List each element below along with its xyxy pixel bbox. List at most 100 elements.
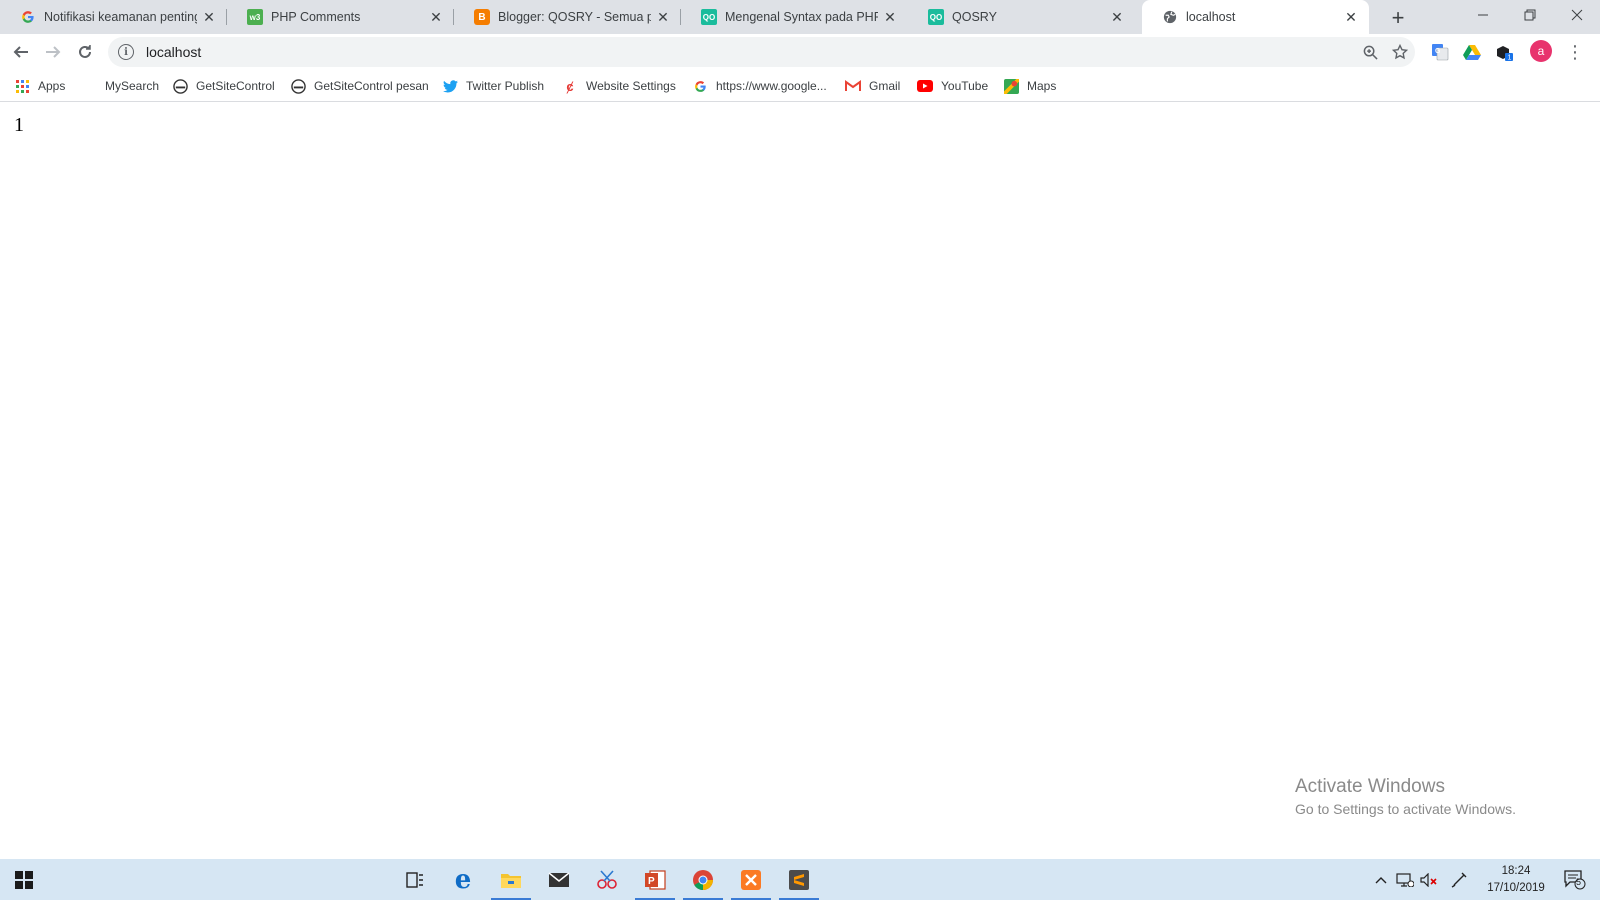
tab-title: Blogger: QOSRY - Semua posting <box>498 10 651 24</box>
start-button[interactable] <box>0 859 48 900</box>
bookmarks-bar: Apps MySearch GetSiteControl GetSiteCont… <box>0 70 1600 102</box>
globe-icon <box>1162 9 1178 25</box>
close-icon[interactable]: ✕ <box>424 5 448 29</box>
bookmark-label: Twitter Publish <box>466 79 545 93</box>
windows-logo-icon <box>15 870 33 889</box>
twitter-icon <box>442 78 458 94</box>
action-center-button[interactable]: 5 <box>1558 859 1592 900</box>
close-icon[interactable]: ✕ <box>1105 5 1129 29</box>
close-icon[interactable]: ✕ <box>1339 5 1363 29</box>
address-bar[interactable]: i localhost <box>108 37 1415 67</box>
tab-mengenal-syntax[interactable]: QO Mengenal Syntax pada PHP - Q ✕ <box>681 0 908 34</box>
bookmark-label: GetSiteControl <box>196 79 275 93</box>
maps-icon <box>1003 78 1019 94</box>
bookmark-label: Website Settings <box>586 79 676 93</box>
w3schools-icon: w3 <box>247 9 263 25</box>
bookmark-gmail[interactable]: Gmail <box>845 74 900 98</box>
blogger-icon: B <box>474 9 490 25</box>
zoom-icon[interactable] <box>1355 37 1385 67</box>
page-output-text: 1 <box>14 114 24 136</box>
google-drive-icon[interactable] <box>1461 41 1483 63</box>
close-icon[interactable]: ✕ <box>878 5 902 29</box>
google-icon <box>692 78 708 94</box>
taskbar-clock[interactable]: 18:24 17/10/2019 <box>1476 863 1556 897</box>
bookmark-getsitecontrol-pesan[interactable]: GetSiteControl pesan <box>290 74 429 98</box>
extension-icon[interactable]: 1 <box>1493 41 1515 63</box>
tab-php-comments[interactable]: w3 PHP Comments ✕ <box>227 0 454 34</box>
bookmark-label: Maps <box>1027 79 1057 93</box>
watermark-title: Activate Windows <box>1295 776 1445 797</box>
bookmark-maps[interactable]: Maps <box>1003 74 1056 98</box>
tab-strip: Notifikasi keamanan penting ✕ w3 PHP Com… <box>0 0 1600 34</box>
info-icon[interactable]: i <box>118 44 134 60</box>
minimize-button[interactable] <box>1460 0 1506 30</box>
getsitecontrol-icon <box>172 78 188 94</box>
tab-notifikasi[interactable]: Notifikasi keamanan penting ✕ <box>0 0 227 34</box>
bookmark-getsitecontrol[interactable]: GetSiteControl <box>172 74 275 98</box>
show-hidden-icons-icon[interactable] <box>1370 859 1392 900</box>
svg-text:G: G <box>1435 48 1441 55</box>
notification-count: 5 <box>1576 877 1582 887</box>
menu-kebab-icon[interactable]: ⋮ <box>1564 41 1586 63</box>
address-url[interactable]: localhost <box>146 44 1355 60</box>
mail-icon[interactable] <box>535 859 583 900</box>
chrome-icon[interactable] <box>679 859 727 900</box>
bookmark-apps[interactable]: Apps <box>14 74 65 98</box>
bookmark-label: Apps <box>38 79 66 93</box>
page-content: 1 Activate Windows Go to Settings to act… <box>0 102 1600 859</box>
bookmark-website-settings[interactable]: ȼ Website Settings <box>562 74 676 98</box>
tab-localhost[interactable]: localhost ✕ <box>1142 0 1369 34</box>
restore-button[interactable] <box>1507 0 1553 30</box>
close-window-button[interactable] <box>1554 0 1600 30</box>
svg-text:1: 1 <box>1508 55 1512 62</box>
network-icon[interactable] <box>1394 859 1416 900</box>
sublime-text-icon[interactable] <box>775 859 823 900</box>
file-explorer-icon[interactable] <box>487 859 535 900</box>
new-tab-button[interactable]: + <box>1384 4 1412 32</box>
google-icon <box>20 9 36 25</box>
getsitecontrol-icon <box>290 78 306 94</box>
bookmark-mysearch[interactable]: MySearch <box>105 74 159 98</box>
browser-toolbar: i localhost G 1 a ⋮ <box>0 34 1600 70</box>
clock-time: 18:24 <box>1501 865 1531 877</box>
apps-grid-icon <box>14 78 30 94</box>
activate-windows-watermark: Activate Windows Go to Settings to activ… <box>1295 776 1516 817</box>
profile-avatar[interactable]: a <box>1530 40 1552 62</box>
google-translate-icon[interactable]: G <box>1429 41 1451 63</box>
volume-muted-icon[interactable] <box>1418 859 1440 900</box>
edge-icon[interactable]: e <box>439 859 487 900</box>
close-icon[interactable]: ✕ <box>651 5 675 29</box>
bookmark-star-icon[interactable] <box>1385 37 1415 67</box>
bookmark-youtube[interactable]: YouTube <box>917 74 988 98</box>
gmail-icon <box>845 78 861 94</box>
tab-title: PHP Comments <box>271 10 361 24</box>
task-view-icon[interactable] <box>391 859 439 900</box>
bookmark-twitter-publish[interactable]: Twitter Publish <box>442 74 544 98</box>
clock-date: 17/10/2019 <box>1487 882 1545 894</box>
bookmark-label: GetSiteControl pesan <box>314 79 429 93</box>
close-icon[interactable]: ✕ <box>197 5 221 29</box>
snipping-tool-icon[interactable] <box>583 859 631 900</box>
qosry-icon: QO <box>928 9 944 25</box>
forward-button[interactable] <box>38 37 68 67</box>
tab-qosry[interactable]: QO QOSRY ✕ <box>908 0 1135 34</box>
svg-text:P: P <box>648 876 655 887</box>
xampp-icon[interactable] <box>727 859 775 900</box>
windows-taskbar: e P 18:24 17/10/2019 5 <box>0 859 1600 900</box>
pen-ink-icon[interactable] <box>1448 859 1470 900</box>
bookmark-label: MySearch <box>105 79 160 93</box>
bookmark-google[interactable]: https://www.google... <box>692 74 827 98</box>
back-button[interactable] <box>6 37 36 67</box>
youtube-icon <box>917 78 933 94</box>
bookmark-label: Gmail <box>869 79 901 93</box>
reload-icon <box>79 45 91 58</box>
qosry-icon: QO <box>701 9 717 25</box>
arrow-left-icon <box>13 46 28 58</box>
tab-title: Notifikasi keamanan penting <box>44 10 197 24</box>
powerpoint-icon[interactable]: P <box>631 859 679 900</box>
reload-button[interactable] <box>70 37 100 67</box>
watermark-subtitle: Go to Settings to activate Windows. <box>1295 801 1516 817</box>
website-settings-icon: ȼ <box>566 78 574 94</box>
tab-title: QOSRY <box>952 10 997 24</box>
tab-blogger[interactable]: B Blogger: QOSRY - Semua posting ✕ <box>454 0 681 34</box>
